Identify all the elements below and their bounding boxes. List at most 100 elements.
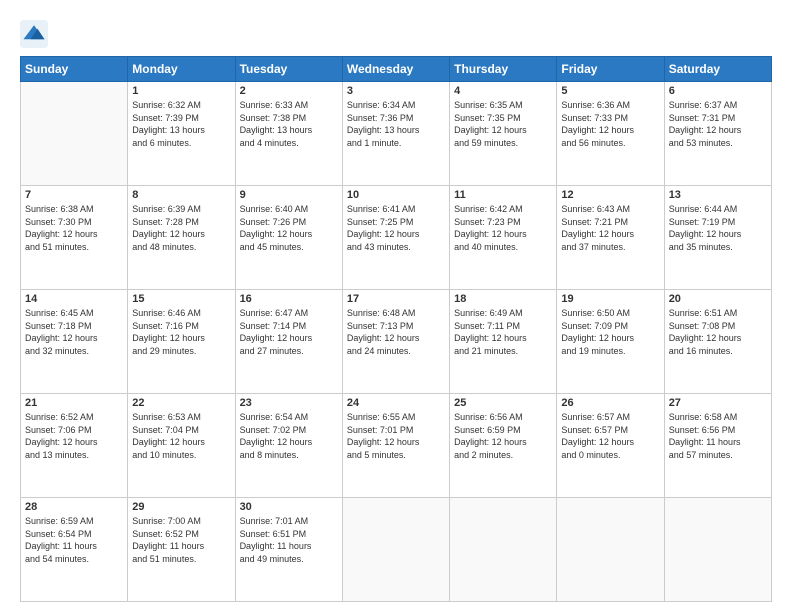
day-info: Sunrise: 7:00 AM Sunset: 6:52 PM Dayligh… bbox=[132, 515, 230, 565]
calendar-cell: 15 Sunrise: 6:46 AM Sunset: 7:16 PM Dayli… bbox=[128, 290, 235, 394]
calendar-cell: 18Sunrise: 6:49 AM Sunset: 7:11 PM Dayli… bbox=[450, 290, 557, 394]
day-number: 4 bbox=[454, 85, 552, 97]
day-info: Sunrise: 6:58 AM Sunset: 6:56 PM Dayligh… bbox=[669, 411, 767, 461]
day-number: 24 bbox=[347, 397, 445, 409]
day-info: Sunrise: 6:59 AM Sunset: 6:54 PM Dayligh… bbox=[25, 515, 123, 565]
calendar-cell: 1Sunrise: 6:32 AM Sunset: 7:39 PM Daylig… bbox=[128, 82, 235, 186]
day-info: Sunrise: 6:45 AM Sunset: 7:18 PM Dayligh… bbox=[25, 307, 123, 357]
day-info: Sunrise: 6:43 AM Sunset: 7:21 PM Dayligh… bbox=[561, 203, 659, 253]
day-info: Sunrise: 6:57 AM Sunset: 6:57 PM Dayligh… bbox=[561, 411, 659, 461]
day-number: 20 bbox=[669, 293, 767, 305]
calendar-week-3: 14 Sunrise: 6:45 AM Sunset: 7:18 PM Dayli… bbox=[21, 290, 772, 394]
calendar-cell bbox=[664, 498, 771, 602]
day-number: 1 bbox=[132, 85, 230, 97]
calendar-cell: 10 Sunrise: 6:41 AM Sunset: 7:25 PM Dayli… bbox=[342, 186, 449, 290]
calendar-header-saturday: Saturday bbox=[664, 57, 771, 82]
calendar-cell: 28 Sunrise: 6:59 AM Sunset: 6:54 PM Dayli… bbox=[21, 498, 128, 602]
day-number: 9 bbox=[240, 189, 338, 201]
day-number: 21 bbox=[25, 397, 123, 409]
day-number: 17 bbox=[347, 293, 445, 305]
calendar-cell: 23 Sunrise: 6:54 AM Sunset: 7:02 PM Dayli… bbox=[235, 394, 342, 498]
day-number: 27 bbox=[669, 397, 767, 409]
page: SundayMondayTuesdayWednesdayThursdayFrid… bbox=[0, 0, 792, 612]
calendar-cell: 4 Sunrise: 6:35 AM Sunset: 7:35 PM Daylig… bbox=[450, 82, 557, 186]
calendar-cell: 9 Sunrise: 6:40 AM Sunset: 7:26 PM Daylig… bbox=[235, 186, 342, 290]
day-number: 7 bbox=[25, 189, 123, 201]
calendar-cell: 3Sunrise: 6:34 AM Sunset: 7:36 PM Daylig… bbox=[342, 82, 449, 186]
day-info: Sunrise: 6:44 AM Sunset: 7:19 PM Dayligh… bbox=[669, 203, 767, 253]
day-info: Sunrise: 6:46 AM Sunset: 7:16 PM Dayligh… bbox=[132, 307, 230, 357]
calendar-cell bbox=[450, 498, 557, 602]
day-info: Sunrise: 6:55 AM Sunset: 7:01 PM Dayligh… bbox=[347, 411, 445, 461]
calendar-week-2: 7 Sunrise: 6:38 AM Sunset: 7:30 PM Daylig… bbox=[21, 186, 772, 290]
calendar-cell: 12Sunrise: 6:43 AM Sunset: 7:21 PM Dayli… bbox=[557, 186, 664, 290]
day-number: 19 bbox=[561, 293, 659, 305]
day-number: 8 bbox=[132, 189, 230, 201]
calendar-cell: 7 Sunrise: 6:38 AM Sunset: 7:30 PM Daylig… bbox=[21, 186, 128, 290]
calendar-header-tuesday: Tuesday bbox=[235, 57, 342, 82]
calendar-cell: 13 Sunrise: 6:44 AM Sunset: 7:19 PM Dayli… bbox=[664, 186, 771, 290]
day-info: Sunrise: 6:41 AM Sunset: 7:25 PM Dayligh… bbox=[347, 203, 445, 253]
calendar-cell: 5Sunrise: 6:36 AM Sunset: 7:33 PM Daylig… bbox=[557, 82, 664, 186]
day-number: 29 bbox=[132, 501, 230, 513]
calendar-cell bbox=[21, 82, 128, 186]
calendar-cell: 26 Sunrise: 6:57 AM Sunset: 6:57 PM Dayli… bbox=[557, 394, 664, 498]
calendar-cell: 8Sunrise: 6:39 AM Sunset: 7:28 PM Daylig… bbox=[128, 186, 235, 290]
day-info: Sunrise: 6:50 AM Sunset: 7:09 PM Dayligh… bbox=[561, 307, 659, 357]
day-info: Sunrise: 6:35 AM Sunset: 7:35 PM Dayligh… bbox=[454, 99, 552, 149]
day-number: 6 bbox=[669, 85, 767, 97]
day-number: 22 bbox=[132, 397, 230, 409]
calendar-cell: 17 Sunrise: 6:48 AM Sunset: 7:13 PM Dayli… bbox=[342, 290, 449, 394]
day-number: 14 bbox=[25, 293, 123, 305]
calendar-table: SundayMondayTuesdayWednesdayThursdayFrid… bbox=[20, 56, 772, 602]
calendar-cell: 14 Sunrise: 6:45 AM Sunset: 7:18 PM Dayli… bbox=[21, 290, 128, 394]
header bbox=[20, 16, 772, 48]
day-info: Sunrise: 6:40 AM Sunset: 7:26 PM Dayligh… bbox=[240, 203, 338, 253]
day-number: 11 bbox=[454, 189, 552, 201]
calendar-cell: 19 Sunrise: 6:50 AM Sunset: 7:09 PM Dayli… bbox=[557, 290, 664, 394]
day-number: 15 bbox=[132, 293, 230, 305]
calendar-header-thursday: Thursday bbox=[450, 57, 557, 82]
day-info: Sunrise: 6:54 AM Sunset: 7:02 PM Dayligh… bbox=[240, 411, 338, 461]
day-number: 5 bbox=[561, 85, 659, 97]
calendar-cell: 27 Sunrise: 6:58 AM Sunset: 6:56 PM Dayli… bbox=[664, 394, 771, 498]
calendar-cell bbox=[557, 498, 664, 602]
day-info: Sunrise: 6:48 AM Sunset: 7:13 PM Dayligh… bbox=[347, 307, 445, 357]
day-number: 23 bbox=[240, 397, 338, 409]
calendar-cell: 16Sunrise: 6:47 AM Sunset: 7:14 PM Dayli… bbox=[235, 290, 342, 394]
day-info: Sunrise: 6:33 AM Sunset: 7:38 PM Dayligh… bbox=[240, 99, 338, 149]
calendar-week-5: 28 Sunrise: 6:59 AM Sunset: 6:54 PM Dayli… bbox=[21, 498, 772, 602]
logo bbox=[20, 20, 52, 48]
day-info: Sunrise: 6:56 AM Sunset: 6:59 PM Dayligh… bbox=[454, 411, 552, 461]
day-info: Sunrise: 6:53 AM Sunset: 7:04 PM Dayligh… bbox=[132, 411, 230, 461]
calendar-header-monday: Monday bbox=[128, 57, 235, 82]
calendar-cell: 2 Sunrise: 6:33 AM Sunset: 7:38 PM Daylig… bbox=[235, 82, 342, 186]
day-number: 26 bbox=[561, 397, 659, 409]
day-number: 10 bbox=[347, 189, 445, 201]
calendar-header-sunday: Sunday bbox=[21, 57, 128, 82]
day-number: 2 bbox=[240, 85, 338, 97]
calendar-cell: 30 Sunrise: 7:01 AM Sunset: 6:51 PM Dayli… bbox=[235, 498, 342, 602]
day-info: Sunrise: 6:51 AM Sunset: 7:08 PM Dayligh… bbox=[669, 307, 767, 357]
day-info: Sunrise: 7:01 AM Sunset: 6:51 PM Dayligh… bbox=[240, 515, 338, 565]
day-number: 25 bbox=[454, 397, 552, 409]
day-info: Sunrise: 6:49 AM Sunset: 7:11 PM Dayligh… bbox=[454, 307, 552, 357]
calendar-cell bbox=[342, 498, 449, 602]
logo-icon bbox=[20, 20, 48, 48]
day-number: 28 bbox=[25, 501, 123, 513]
calendar-cell: 29 Sunrise: 7:00 AM Sunset: 6:52 PM Dayli… bbox=[128, 498, 235, 602]
calendar-cell: 21Sunrise: 6:52 AM Sunset: 7:06 PM Dayli… bbox=[21, 394, 128, 498]
day-number: 13 bbox=[669, 189, 767, 201]
day-info: Sunrise: 6:38 AM Sunset: 7:30 PM Dayligh… bbox=[25, 203, 123, 253]
day-number: 3 bbox=[347, 85, 445, 97]
calendar-header-wednesday: Wednesday bbox=[342, 57, 449, 82]
calendar-cell: 20 Sunrise: 6:51 AM Sunset: 7:08 PM Dayli… bbox=[664, 290, 771, 394]
day-number: 30 bbox=[240, 501, 338, 513]
calendar-week-4: 21Sunrise: 6:52 AM Sunset: 7:06 PM Dayli… bbox=[21, 394, 772, 498]
calendar-cell: 6 Sunrise: 6:37 AM Sunset: 7:31 PM Daylig… bbox=[664, 82, 771, 186]
calendar-header-row: SundayMondayTuesdayWednesdayThursdayFrid… bbox=[21, 57, 772, 82]
day-info: Sunrise: 6:47 AM Sunset: 7:14 PM Dayligh… bbox=[240, 307, 338, 357]
calendar-cell: 11 Sunrise: 6:42 AM Sunset: 7:23 PM Dayli… bbox=[450, 186, 557, 290]
day-info: Sunrise: 6:42 AM Sunset: 7:23 PM Dayligh… bbox=[454, 203, 552, 253]
day-info: Sunrise: 6:37 AM Sunset: 7:31 PM Dayligh… bbox=[669, 99, 767, 149]
